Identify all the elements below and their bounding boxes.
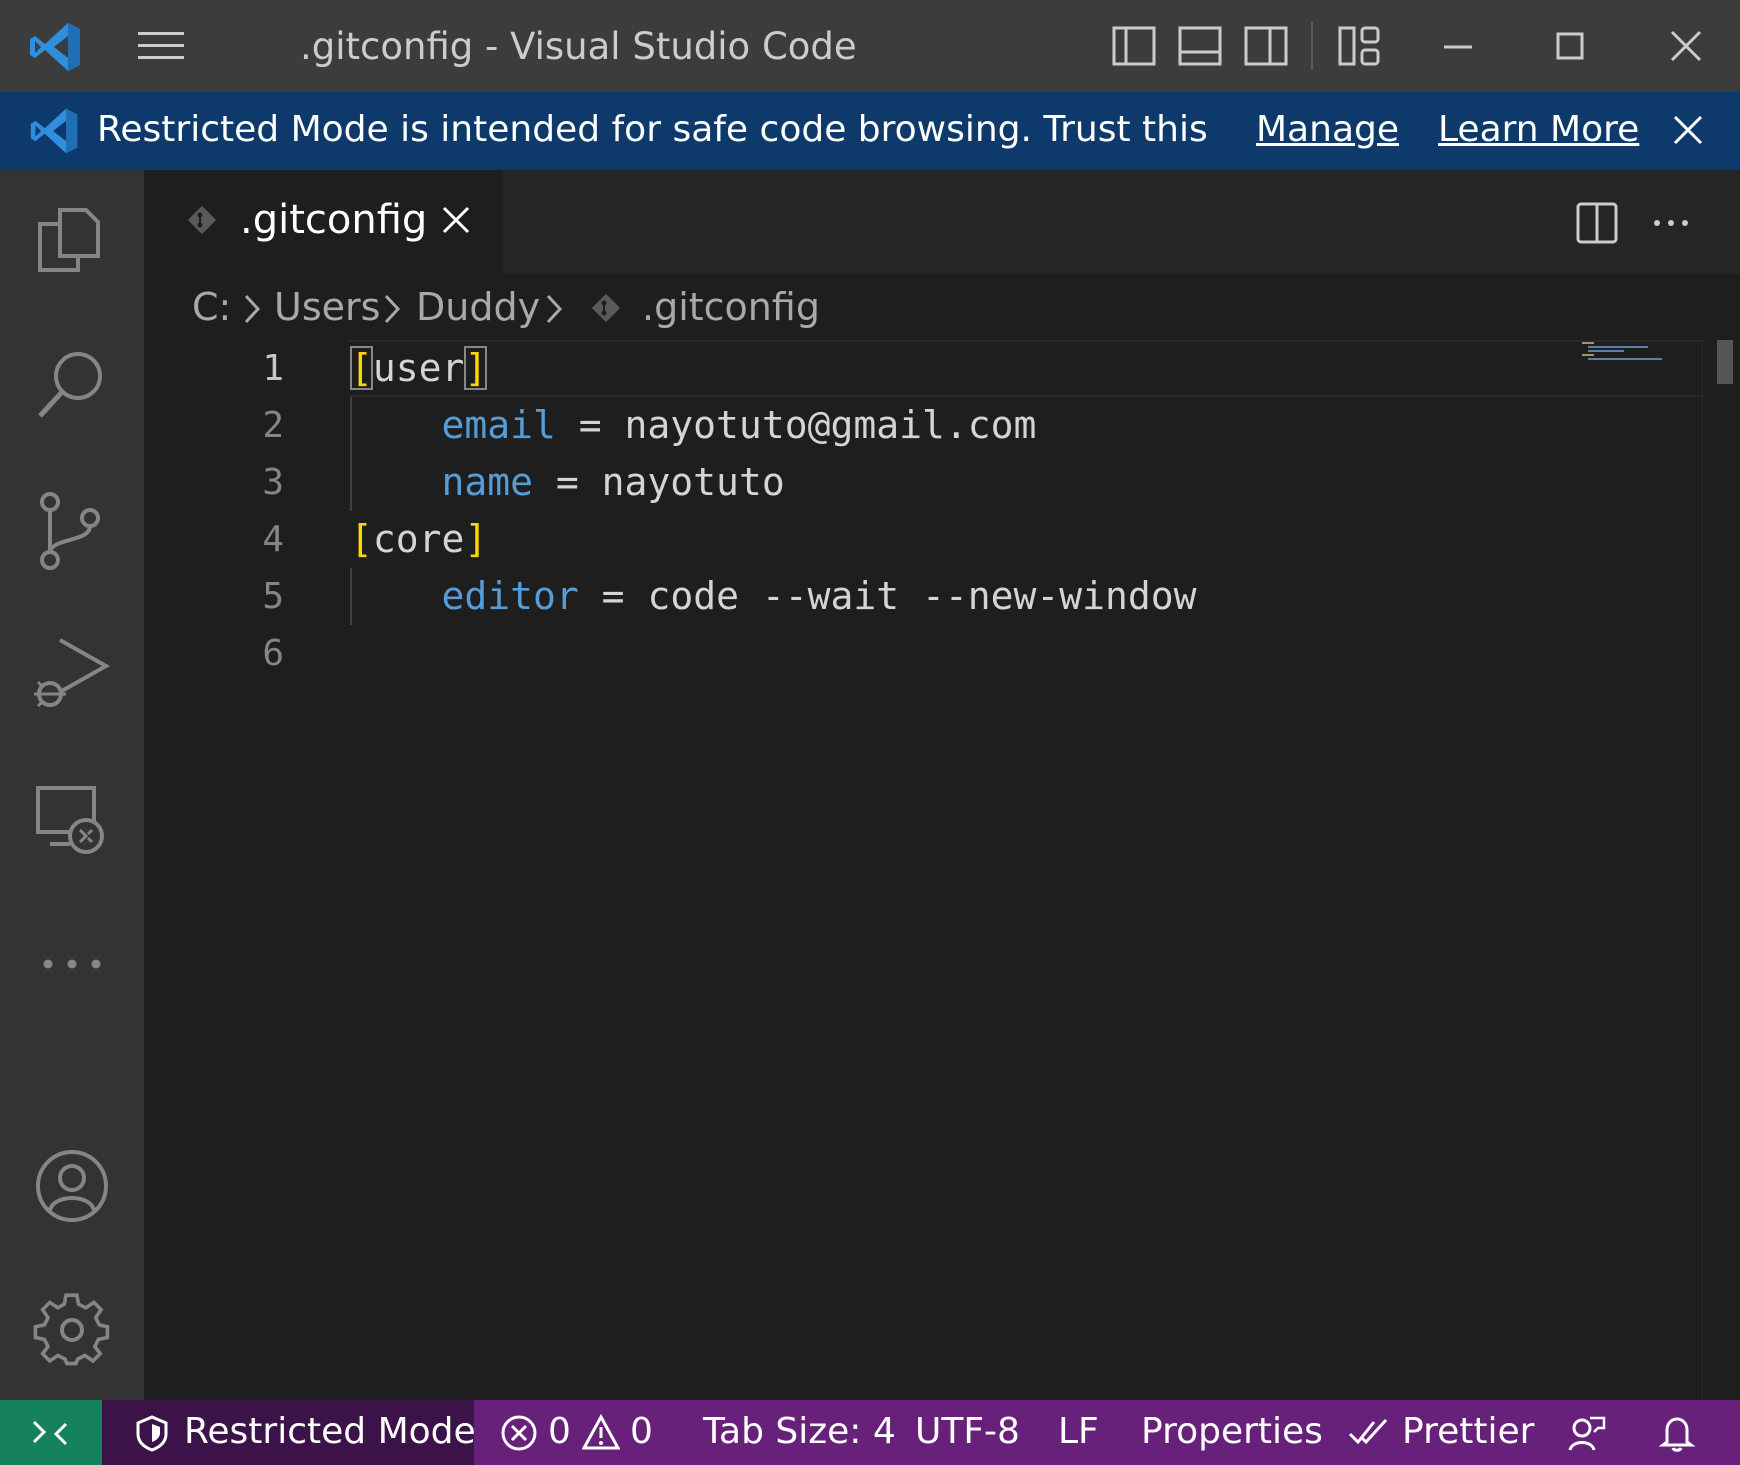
line-number: 5 — [262, 576, 284, 617]
equals-sign: = — [578, 574, 648, 618]
code-line: name = nayotuto — [350, 454, 785, 511]
search-icon[interactable] — [30, 344, 114, 428]
config-value: nayotuto@gmail.com — [624, 403, 1037, 447]
bracket-close: ] — [464, 517, 488, 561]
tab-gitconfig[interactable]: .gitconfig — [144, 170, 502, 274]
encoding-indicator[interactable]: UTF-8 — [915, 1406, 1020, 1458]
settings-gear-icon[interactable] — [30, 1288, 114, 1372]
split-editor-icon[interactable] — [1574, 200, 1620, 246]
notifications-bell-icon[interactable] — [1658, 1414, 1696, 1452]
restricted-mode-banner: Restricted Mode is intended for safe cod… — [0, 92, 1740, 170]
breadcrumb-item-drive[interactable]: C: — [192, 282, 231, 332]
hamburger-menu-icon[interactable] — [134, 26, 190, 66]
line-number: 3 — [262, 462, 284, 503]
run-debug-icon[interactable] — [30, 632, 114, 716]
config-key: name — [441, 460, 534, 504]
activity-bar — [0, 170, 144, 1400]
learn-more-link[interactable]: Learn More — [1438, 104, 1639, 156]
toggle-secondary-sidebar-icon[interactable] — [1240, 20, 1292, 72]
config-key: editor — [441, 574, 579, 618]
error-count[interactable]: 0 — [548, 1406, 571, 1458]
account-icon[interactable] — [30, 1144, 114, 1228]
code-editor[interactable]: 1 2 3 4 5 6 [user] email = nayotuto@gmai… — [144, 340, 1740, 1400]
line-number: 4 — [262, 519, 284, 560]
source-control-icon[interactable] — [30, 488, 114, 572]
restricted-mode-button[interactable]: Restricted Mode — [102, 1400, 476, 1465]
chevron-right-icon — [542, 292, 566, 326]
section-name: core — [372, 517, 465, 561]
code-line: [user] — [350, 340, 488, 397]
tab-label: .gitconfig — [240, 197, 428, 243]
chevron-right-icon — [240, 292, 264, 326]
code-line: email = nayotuto@gmail.com — [350, 397, 1037, 454]
customize-layout-icon[interactable] — [1334, 20, 1386, 72]
double-check-icon — [1348, 1414, 1392, 1452]
manage-link[interactable]: Manage — [1256, 104, 1399, 156]
shield-icon — [134, 1414, 170, 1452]
vertical-scrollbar[interactable] — [1702, 340, 1740, 1400]
git-file-icon — [184, 202, 220, 238]
config-key: email — [441, 403, 556, 447]
line-number: 1 — [262, 348, 284, 389]
close-tab-icon[interactable] — [436, 200, 476, 240]
current-line-highlight — [348, 340, 1716, 397]
config-value: nayotuto — [601, 460, 785, 504]
line-number: 2 — [262, 405, 284, 446]
code-line: [core] — [350, 511, 487, 568]
scrollbar-thumb[interactable] — [1717, 340, 1733, 384]
maximize-window-icon[interactable] — [1544, 20, 1596, 72]
toggle-primary-sidebar-icon[interactable] — [1108, 20, 1160, 72]
title-bar-separator — [1311, 22, 1313, 70]
close-banner-icon[interactable] — [1662, 104, 1714, 156]
editor-tab-bar: .gitconfig — [144, 170, 1740, 274]
bracket-open: [ — [350, 517, 373, 561]
remote-indicator-button[interactable] — [0, 1400, 102, 1465]
equals-sign: = — [555, 403, 625, 447]
title-bar: .gitconfig - Visual Studio Code — [0, 0, 1740, 92]
code-line: editor = code --wait --new-window — [350, 568, 1197, 625]
prettier-indicator[interactable]: Prettier — [1402, 1406, 1534, 1458]
equals-sign: = — [533, 460, 602, 504]
line-number: 6 — [262, 633, 284, 674]
banner-message: Restricted Mode is intended for safe cod… — [97, 109, 1207, 150]
minimize-window-icon[interactable] — [1432, 20, 1484, 72]
breadcrumb-item-duddy[interactable]: Duddy — [416, 282, 540, 332]
breadcrumb-item-users[interactable]: Users — [274, 282, 380, 332]
language-mode-indicator[interactable]: Properties — [1141, 1406, 1323, 1458]
toggle-panel-icon[interactable] — [1174, 20, 1226, 72]
remote-explorer-icon[interactable] — [30, 778, 114, 862]
minimap[interactable] — [1580, 340, 1680, 370]
breadcrumb: C: Users Duddy .gitconfig — [144, 274, 1740, 340]
accounts-feedback-icon[interactable] — [1568, 1414, 1606, 1452]
remote-icon — [30, 1414, 70, 1452]
vscode-logo-icon — [28, 20, 82, 74]
restricted-mode-label: Restricted Mode — [184, 1411, 476, 1452]
section-name: user — [372, 346, 465, 390]
warning-count[interactable]: 0 — [630, 1406, 653, 1458]
config-value: code --wait --new-window — [647, 574, 1197, 618]
bracket-close: ] — [464, 346, 488, 390]
git-file-icon — [588, 290, 624, 326]
chevron-right-icon — [380, 292, 404, 326]
window-title: .gitconfig - Visual Studio Code — [300, 25, 857, 68]
tab-size-indicator[interactable]: Tab Size: 4 — [703, 1406, 896, 1458]
more-actions-icon[interactable] — [1648, 200, 1694, 246]
warning-icon[interactable] — [582, 1414, 620, 1452]
vscode-logo-icon — [28, 106, 80, 156]
error-icon[interactable] — [500, 1414, 538, 1452]
status-bar: Restricted Mode 0 0 Tab Size: 4 UTF-8 LF… — [0, 1400, 1740, 1465]
breadcrumb-item-file[interactable]: .gitconfig — [642, 282, 820, 332]
more-icon[interactable] — [30, 922, 114, 1006]
close-window-icon[interactable] — [1660, 20, 1712, 72]
eol-indicator[interactable]: LF — [1058, 1406, 1099, 1458]
bracket-open: [ — [350, 346, 373, 390]
explorer-icon[interactable] — [30, 198, 114, 282]
